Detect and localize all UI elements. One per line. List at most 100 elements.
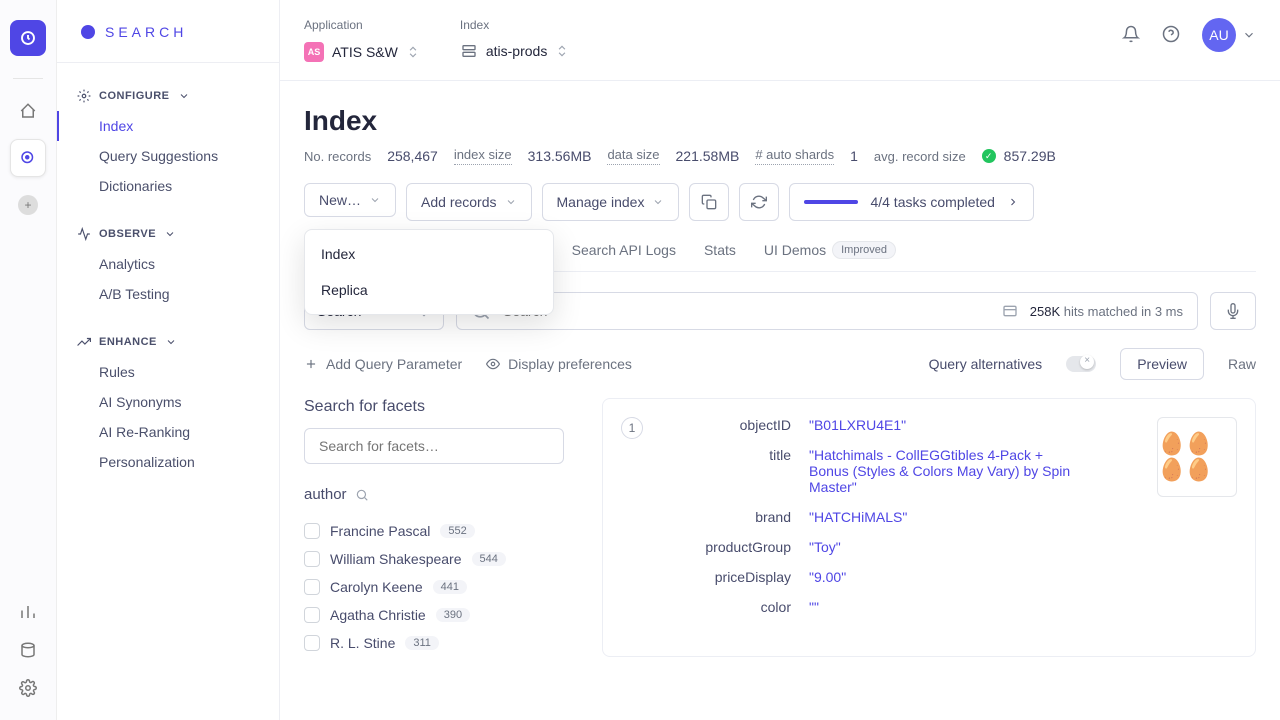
query-alternatives-label: Query alternatives <box>929 356 1043 372</box>
facet-label: Agatha Christie <box>330 607 426 623</box>
checkbox[interactable] <box>304 635 320 651</box>
facet-row[interactable]: Francine Pascal552 <box>304 517 564 545</box>
field-value: "B01LXRU4E1" <box>809 417 906 433</box>
record-card: 1 objectID"B01LXRU4E1"title"Hatchimals -… <box>602 398 1256 657</box>
tasks-progress[interactable]: 4/4 tasks completed <box>789 183 1034 221</box>
voice-search-button[interactable] <box>1210 292 1256 330</box>
chevron-updown-icon <box>555 42 569 60</box>
facets-title: Search for facets <box>304 398 564 416</box>
query-alternatives-toggle[interactable] <box>1066 356 1096 372</box>
section-enhance[interactable]: ENHANCE <box>57 327 279 357</box>
chevron-down-icon <box>1242 28 1256 42</box>
chart-icon[interactable] <box>18 602 38 622</box>
stat-shards-label[interactable]: # auto shards <box>755 147 834 165</box>
facet-count: 552 <box>440 524 474 538</box>
avatar: AU <box>1202 18 1236 52</box>
add-app-icon[interactable]: + <box>18 195 38 215</box>
new-dropdown: Index Replica <box>304 229 554 315</box>
app-badge: AS <box>304 42 324 62</box>
sidebar-item-dictionaries[interactable]: Dictionaries <box>57 171 279 201</box>
raw-button[interactable]: Raw <box>1228 356 1256 372</box>
record-thumbnail: 🥚🥚🥚🥚 <box>1157 417 1237 497</box>
brand-icon <box>81 25 95 39</box>
search-box: 258K hits matched in 3 ms <box>456 292 1198 330</box>
field-value: "HATCHiMALS" <box>809 509 907 525</box>
trending-icon <box>77 335 91 349</box>
user-menu[interactable]: AU <box>1202 18 1256 52</box>
facet-count: 311 <box>405 636 439 650</box>
section-configure[interactable]: CONFIGURE <box>57 81 279 111</box>
stat-index-size-label[interactable]: index size <box>454 147 512 165</box>
sidebar: SEARCH CONFIGURE Index Query Suggestions… <box>57 0 280 720</box>
help-icon[interactable] <box>1162 25 1180 46</box>
facet-row[interactable]: R. L. Stine311 <box>304 629 564 657</box>
display-preferences-button[interactable]: Display preferences <box>486 356 632 372</box>
plus-icon <box>304 357 318 371</box>
preview-button[interactable]: Preview <box>1120 348 1204 380</box>
dropdown-option-index[interactable]: Index <box>305 236 553 272</box>
checkbox[interactable] <box>304 607 320 623</box>
section-observe[interactable]: OBSERVE <box>57 219 279 249</box>
bell-icon[interactable] <box>1122 25 1140 46</box>
card-icon[interactable] <box>1002 303 1018 319</box>
facet-row[interactable]: Agatha Christie390 <box>304 601 564 629</box>
record-field: title "Hatchimals - CollEGGtibles 4-Pack … <box>661 447 1139 495</box>
page-title: Index <box>304 105 1256 137</box>
copy-button[interactable] <box>689 183 729 221</box>
new-button[interactable]: New… <box>304 183 396 217</box>
search-input[interactable] <box>491 293 1002 329</box>
index-selector[interactable]: Index atis-prods <box>460 18 569 64</box>
index-stats: No. records 258,467 index size 313.56MB … <box>304 147 1256 165</box>
application-selector[interactable]: Application AS ATIS S&W <box>304 18 420 66</box>
app-logo[interactable] <box>10 20 46 56</box>
check-icon: ✓ <box>982 149 996 163</box>
sidebar-item-ab-testing[interactable]: A/B Testing <box>57 279 279 309</box>
checkbox[interactable] <box>304 579 320 595</box>
sidebar-item-query-suggestions[interactable]: Query Suggestions <box>57 141 279 171</box>
stat-data-size-label[interactable]: data size <box>607 147 659 165</box>
record-field: objectID"B01LXRU4E1" <box>661 417 1139 433</box>
sidebar-item-analytics[interactable]: Analytics <box>57 249 279 279</box>
product-brand: SEARCH <box>57 24 279 63</box>
progress-bar <box>804 200 858 204</box>
checkbox[interactable] <box>304 523 320 539</box>
add-records-button[interactable]: Add records <box>406 183 531 221</box>
brand-text: SEARCH <box>105 24 187 40</box>
sidebar-item-personalization[interactable]: Personalization <box>57 447 279 477</box>
sidebar-item-ai-re-ranking[interactable]: AI Re-Ranking <box>57 417 279 447</box>
tab-stats[interactable]: Stats <box>704 242 736 270</box>
field-key: priceDisplay <box>661 569 791 585</box>
settings-icon[interactable] <box>18 678 38 698</box>
main: Application AS ATIS S&W Index atis-prods <box>280 0 1280 720</box>
checkbox[interactable] <box>304 551 320 567</box>
field-key: title <box>661 447 791 495</box>
facet-row[interactable]: William Shakespeare544 <box>304 545 564 573</box>
sidebar-item-index[interactable]: Index <box>57 111 279 141</box>
field-value: "Hatchimals - CollEGGtibles 4-Pack + Bon… <box>809 447 1079 495</box>
record-field: productGroup"Toy" <box>661 539 1139 555</box>
chevron-down-icon <box>164 228 176 240</box>
index-icon <box>460 42 478 60</box>
tab-search-api-logs[interactable]: Search API Logs <box>572 242 676 270</box>
field-key: brand <box>661 509 791 525</box>
facet-count: 544 <box>472 552 506 566</box>
hits-summary: 258K hits matched in 3 ms <box>1030 304 1183 319</box>
chevron-down-icon <box>165 336 177 348</box>
manage-index-button[interactable]: Manage index <box>542 183 680 221</box>
record-field: brand "HATCHiMALS" <box>661 509 1139 525</box>
home-icon[interactable] <box>18 101 38 121</box>
search-icon[interactable] <box>355 488 369 502</box>
action-bar: New… Index Replica Add records Manage in… <box>304 183 1256 221</box>
sidebar-item-rules[interactable]: Rules <box>57 357 279 387</box>
tab-ui-demos[interactable]: UI Demos Improved <box>764 241 896 271</box>
sidebar-item-ai-synonyms[interactable]: AI Synonyms <box>57 387 279 417</box>
search-app-icon[interactable] <box>10 139 46 177</box>
database-icon[interactable] <box>18 640 38 660</box>
facet-row[interactable]: Carolyn Keene441 <box>304 573 564 601</box>
facet-label: Carolyn Keene <box>330 579 423 595</box>
add-query-parameter-button[interactable]: Add Query Parameter <box>304 356 462 372</box>
chevron-down-icon <box>369 194 381 206</box>
refresh-button[interactable] <box>739 183 779 221</box>
facets-search-input[interactable] <box>304 428 564 464</box>
dropdown-option-replica[interactable]: Replica <box>305 272 553 308</box>
